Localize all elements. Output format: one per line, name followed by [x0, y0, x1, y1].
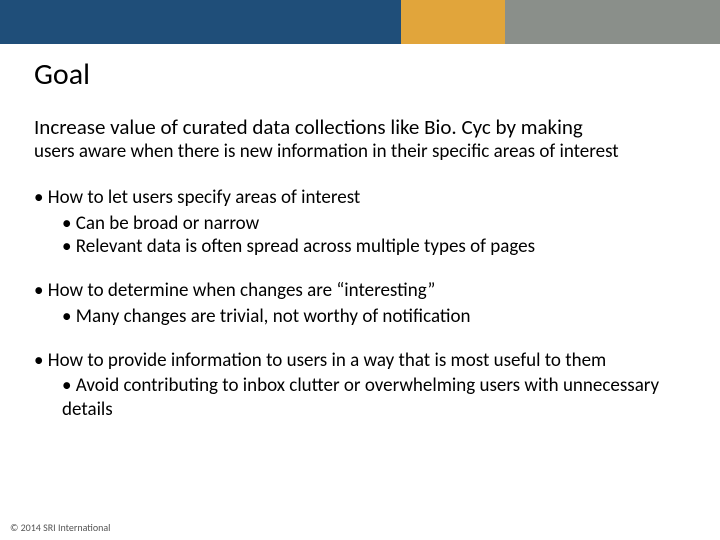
- slide-title: Goal: [34, 56, 686, 93]
- lead-sub-line: users aware when there is new informatio…: [34, 141, 686, 164]
- banner-segment-blue: [0, 0, 401, 44]
- slide-content: Goal Increase value of curated data coll…: [0, 44, 720, 422]
- banner-segment-gray: [505, 0, 720, 44]
- sub-bullet-list: Avoid contributing to inbox clutter or o…: [34, 374, 686, 422]
- bullet-item: How to provide information to users in a…: [34, 349, 686, 422]
- banner-segment-gold: [401, 0, 505, 44]
- lead-line: Increase value of curated data collectio…: [34, 115, 686, 139]
- top-banner: [0, 0, 720, 44]
- bullet-item: How to let users specify areas of intere…: [34, 186, 686, 259]
- bullet-item: How to determine when changes are “inter…: [34, 279, 686, 329]
- sub-bullet-item: Avoid contributing to inbox clutter or o…: [62, 374, 686, 422]
- bullet-list: How to let users specify areas of intere…: [34, 186, 686, 422]
- sub-bullet-item: Relevant data is often spread across mul…: [62, 235, 686, 259]
- sub-bullet-item: Many changes are trivial, not worthy of …: [62, 305, 686, 329]
- copyright-footer: © 2014 SRI International: [10, 521, 110, 534]
- sub-bullet-item: Can be broad or narrow: [62, 212, 686, 236]
- bullet-text: How to provide information to users in a…: [48, 349, 606, 372]
- sub-bullet-list: Can be broad or narrow Relevant data is …: [34, 212, 686, 260]
- sub-bullet-list: Many changes are trivial, not worthy of …: [34, 305, 686, 329]
- bullet-text: How to determine when changes are “inter…: [48, 279, 436, 302]
- bullet-text: How to let users specify areas of intere…: [48, 186, 361, 209]
